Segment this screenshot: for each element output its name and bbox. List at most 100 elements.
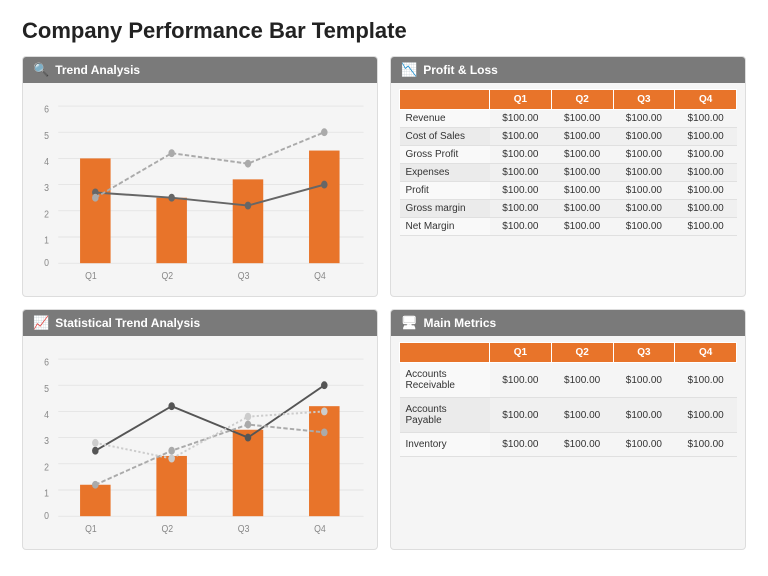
profit-loss-table: Q1 Q2 Q3 Q4 Revenue $100.00 $100.00 $100… xyxy=(399,89,737,236)
mm-q2: $100.00 xyxy=(551,363,613,398)
stat-line-inventory xyxy=(95,385,324,450)
stat-bar-q1 xyxy=(80,485,111,516)
profit-loss-row: Net Margin $100.00 $100.00 $100.00 $100.… xyxy=(400,218,737,236)
trend-analysis-chart: 6 5 4 3 2 1 0 xyxy=(31,89,369,292)
stat-dot-ar-q2 xyxy=(168,447,175,455)
stat-bar-q2 xyxy=(156,456,187,516)
main-metrics-header-row: Q1 Q2 Q3 Q4 xyxy=(400,343,737,363)
pl-q1: $100.00 xyxy=(490,164,552,182)
profit-loss-header-row: Q1 Q2 Q3 Q4 xyxy=(400,90,737,110)
pl-q1: $100.00 xyxy=(490,110,552,128)
col-q1: Q1 xyxy=(490,90,552,110)
profit-loss-title: Profit & Loss xyxy=(423,63,498,77)
statistical-trend-body: 6 5 4 3 2 1 0 xyxy=(23,336,377,549)
main-metrics-body: Q1 Q2 Q3 Q4 AccountsReceivable $100.00 $… xyxy=(391,336,745,549)
profit-loss-icon: 📉 xyxy=(401,62,417,78)
mm-q3: $100.00 xyxy=(613,398,675,433)
pl-q4: $100.00 xyxy=(675,182,737,200)
statistical-trend-header: 📈 Statistical Trend Analysis xyxy=(23,310,377,336)
svg-text:1: 1 xyxy=(44,235,49,247)
mm-q2: $100.00 xyxy=(551,398,613,433)
stat-dot-inv-q2 xyxy=(168,402,175,410)
pl-q3: $100.00 xyxy=(613,146,675,164)
dot-exp-q3 xyxy=(245,160,252,168)
statistical-trend-title: Statistical Trend Analysis xyxy=(55,316,200,330)
stat-dot-ar-q4 xyxy=(321,428,328,436)
profit-loss-panel: 📉 Profit & Loss Q1 Q2 Q3 Q4 xyxy=(390,56,746,297)
mm-q3: $100.00 xyxy=(613,433,675,457)
stat-dot-inv-q1 xyxy=(92,447,99,455)
pl-q3: $100.00 xyxy=(613,110,675,128)
mm-col-q3: Q3 xyxy=(613,343,675,363)
profit-loss-row: Profit $100.00 $100.00 $100.00 $100.00 xyxy=(400,182,737,200)
mm-q2: $100.00 xyxy=(551,433,613,457)
trend-analysis-title: Trend Analysis xyxy=(55,63,140,77)
pl-q2: $100.00 xyxy=(551,200,613,218)
pl-q1: $100.00 xyxy=(490,146,552,164)
svg-text:6: 6 xyxy=(44,357,49,369)
mm-label: AccountsPayable xyxy=(400,398,490,433)
mm-q1: $100.00 xyxy=(490,433,552,457)
pl-q4: $100.00 xyxy=(675,218,737,236)
main-metrics-row: Inventory $100.00 $100.00 $100.00 $100.0… xyxy=(400,433,737,457)
line-expenses xyxy=(95,132,324,197)
svg-text:0: 0 xyxy=(44,510,49,522)
profit-loss-row: Revenue $100.00 $100.00 $100.00 $100.00 xyxy=(400,110,737,128)
pl-q4: $100.00 xyxy=(675,200,737,218)
main-metrics-icon: 🖥 xyxy=(401,315,418,331)
col-q3: Q3 xyxy=(613,90,675,110)
stat-dot-inv-q4 xyxy=(321,381,328,389)
main-metrics-header: 🖥 Main Metrics xyxy=(391,310,745,336)
svg-text:2: 2 xyxy=(44,462,49,474)
pl-label: Net Margin xyxy=(400,218,490,236)
pl-q3: $100.00 xyxy=(613,200,675,218)
trend-analysis-body: 6 5 4 3 2 1 0 xyxy=(23,83,377,296)
bar-revenue-q2 xyxy=(156,198,187,263)
pl-q2: $100.00 xyxy=(551,182,613,200)
statistical-trend-chart: 6 5 4 3 2 1 0 xyxy=(31,342,369,545)
svg-text:Q4: Q4 xyxy=(314,270,326,282)
stat-line-ap xyxy=(95,411,324,458)
dot-cos-q2 xyxy=(168,194,175,202)
pl-q3: $100.00 xyxy=(613,218,675,236)
page-title: Company Performance Bar Template xyxy=(22,18,746,44)
bar-revenue-q4 xyxy=(309,151,340,264)
mm-col-q2: Q2 xyxy=(551,343,613,363)
pl-q2: $100.00 xyxy=(551,218,613,236)
stat-dot-ar-q3 xyxy=(245,421,252,429)
pl-q1: $100.00 xyxy=(490,200,552,218)
pl-q3: $100.00 xyxy=(613,128,675,146)
pl-q4: $100.00 xyxy=(675,146,737,164)
dot-exp-q2 xyxy=(168,149,175,157)
dot-exp-q1 xyxy=(92,194,99,202)
mm-q4: $100.00 xyxy=(675,398,737,433)
svg-text:6: 6 xyxy=(44,104,49,116)
svg-text:4: 4 xyxy=(44,409,49,421)
svg-text:4: 4 xyxy=(44,156,49,168)
svg-text:5: 5 xyxy=(44,383,49,395)
statistical-trend-icon: 📈 xyxy=(33,315,49,331)
main-metrics-title: Main Metrics xyxy=(424,316,497,330)
profit-loss-row: Expenses $100.00 $100.00 $100.00 $100.00 xyxy=(400,164,737,182)
profit-loss-row: Gross margin $100.00 $100.00 $100.00 $10… xyxy=(400,200,737,218)
main-metrics-panel: 🖥 Main Metrics Q1 Q2 Q3 Q4 xyxy=(390,309,746,550)
mm-label: Inventory xyxy=(400,433,490,457)
col-q2: Q2 xyxy=(551,90,613,110)
svg-text:0: 0 xyxy=(44,257,49,269)
svg-text:Q2: Q2 xyxy=(161,270,173,282)
bar-revenue-q1 xyxy=(80,158,111,263)
pl-q2: $100.00 xyxy=(551,164,613,182)
pl-q3: $100.00 xyxy=(613,164,675,182)
stat-bar-q3 xyxy=(233,430,264,516)
pl-q4: $100.00 xyxy=(675,164,737,182)
svg-text:2: 2 xyxy=(44,209,49,221)
pl-label: Expenses xyxy=(400,164,490,182)
svg-text:Q3: Q3 xyxy=(238,523,250,535)
mm-col-q1: Q1 xyxy=(490,343,552,363)
mm-col-q4: Q4 xyxy=(675,343,737,363)
svg-text:Q1: Q1 xyxy=(85,523,97,535)
col-label xyxy=(400,90,490,110)
profit-loss-header: 📉 Profit & Loss xyxy=(391,57,745,83)
mm-q4: $100.00 xyxy=(675,433,737,457)
main-metrics-row: AccountsReceivable $100.00 $100.00 $100.… xyxy=(400,363,737,398)
